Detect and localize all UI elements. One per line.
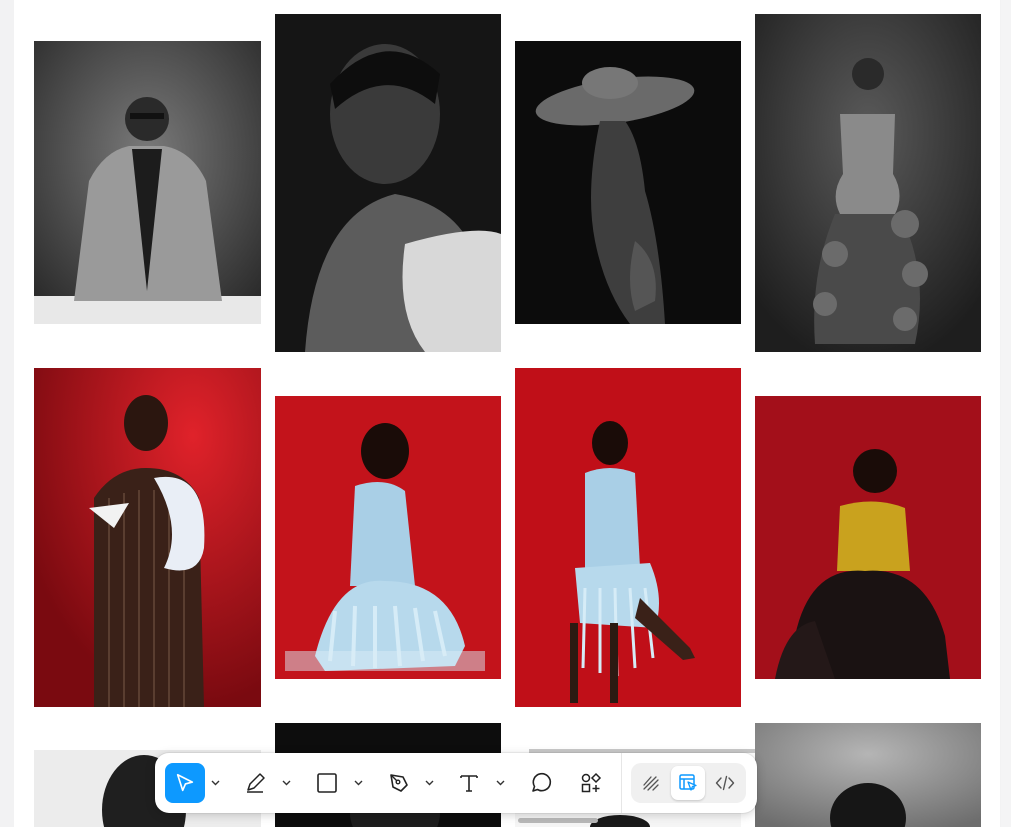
shapes-plus-icon bbox=[581, 772, 602, 793]
bottom-toolbar bbox=[155, 753, 757, 813]
photo-portrait-1[interactable] bbox=[34, 41, 261, 324]
move-tool-button[interactable] bbox=[165, 763, 205, 803]
photo-portrait-8[interactable] bbox=[755, 396, 981, 679]
square-icon bbox=[317, 773, 337, 793]
pen-nib-icon bbox=[390, 774, 408, 792]
code-icon bbox=[715, 775, 735, 791]
dev-mode-button[interactable] bbox=[708, 766, 742, 800]
comment-tool-button[interactable] bbox=[521, 763, 561, 803]
design-canvas[interactable] bbox=[14, 0, 1000, 827]
chevron-down-icon bbox=[496, 780, 504, 786]
toolbar-divider bbox=[621, 753, 622, 813]
draw-mode-button[interactable] bbox=[634, 766, 668, 800]
photo-portrait-5[interactable] bbox=[34, 368, 261, 707]
pencil-tool-chevron[interactable] bbox=[280, 775, 292, 791]
pen-tool-chevron[interactable] bbox=[423, 775, 435, 791]
layout-cursor-icon bbox=[679, 774, 697, 791]
components-tool-button[interactable] bbox=[571, 763, 611, 803]
photo-portrait-2[interactable] bbox=[275, 14, 501, 352]
scribble-icon bbox=[643, 776, 659, 791]
text-tool-button[interactable] bbox=[449, 763, 489, 803]
speech-bubble-icon bbox=[532, 772, 552, 792]
horizontal-scrollbar[interactable] bbox=[518, 818, 598, 823]
pen-tool-button[interactable] bbox=[379, 763, 419, 803]
photo-portrait-7[interactable] bbox=[515, 368, 741, 707]
right-panel-edge bbox=[1001, 0, 1011, 827]
frame-tool-button[interactable] bbox=[307, 763, 347, 803]
design-mode-button[interactable] bbox=[671, 766, 705, 800]
chevron-down-icon bbox=[282, 780, 290, 786]
pencil-icon bbox=[247, 773, 265, 793]
photo-portrait-6[interactable] bbox=[275, 396, 501, 679]
photo-portrait-4[interactable] bbox=[755, 14, 981, 352]
chevron-down-icon bbox=[425, 780, 433, 786]
move-tool-chevron[interactable] bbox=[209, 775, 221, 791]
mode-switcher bbox=[631, 763, 746, 803]
photo-portrait-12[interactable] bbox=[755, 723, 981, 827]
pencil-tool-button[interactable] bbox=[235, 763, 275, 803]
text-T-icon bbox=[460, 775, 478, 792]
photo-portrait-3[interactable] bbox=[515, 41, 741, 324]
chevron-down-icon bbox=[211, 780, 219, 786]
text-tool-chevron[interactable] bbox=[494, 775, 506, 791]
chevron-down-icon bbox=[354, 780, 362, 786]
frame-tool-chevron[interactable] bbox=[352, 775, 364, 791]
cursor-arrow-icon bbox=[176, 773, 194, 792]
